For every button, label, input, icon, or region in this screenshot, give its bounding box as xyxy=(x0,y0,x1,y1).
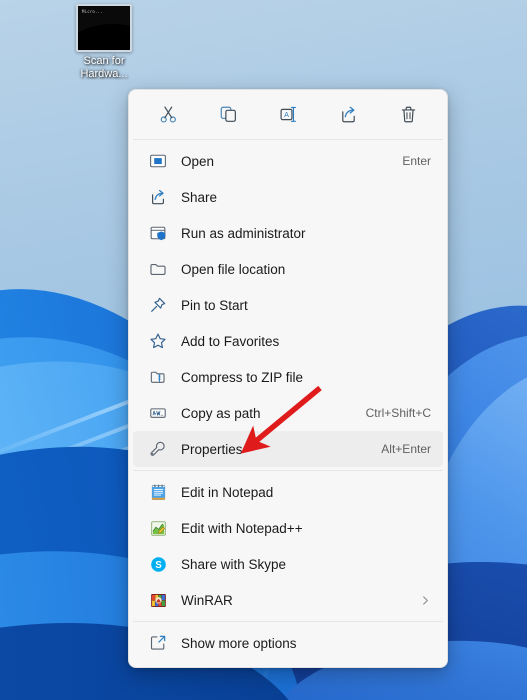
menu-item-pin-to-start[interactable]: Pin to Start xyxy=(133,287,443,323)
menu-item-winrar[interactable]: WinRAR xyxy=(133,582,443,618)
skype-app-icon: S xyxy=(147,554,169,574)
menu-item-accelerator: Alt+Enter xyxy=(381,442,431,456)
copy-icon[interactable] xyxy=(211,99,245,129)
menu-item-label: Open xyxy=(181,153,215,169)
menu-item-label: Share with Skype xyxy=(181,556,287,572)
desktop-shortcut-label: Scan for Hardwa... xyxy=(80,55,128,80)
menu-item-open[interactable]: Open Enter xyxy=(133,143,443,179)
menu-item-label: Copy as path xyxy=(181,405,261,421)
menu-item-run-as-administrator[interactable]: Run as administrator xyxy=(133,215,443,251)
menu-item-label: Share xyxy=(181,189,218,205)
winrar-app-icon xyxy=(147,590,169,610)
menu-separator xyxy=(133,139,443,140)
menu-item-accelerator: Ctrl+Shift+C xyxy=(365,406,431,420)
context-menu-command-bar[interactable]: A xyxy=(129,94,447,138)
chevron-right-icon xyxy=(420,595,431,606)
menu-item-label: Show more options xyxy=(181,635,297,651)
menu-item-compress-to-zip-file[interactable]: Compress to ZIP file xyxy=(133,359,443,395)
menu-item-label: WinRAR xyxy=(181,592,233,608)
zip-folder-icon xyxy=(147,367,169,387)
menu-item-properties[interactable]: Properties Alt+Enter xyxy=(133,431,443,467)
desktop[interactable]: Micro... Scan for Hardwa... A Open Enter… xyxy=(0,0,527,700)
rename-icon[interactable]: A xyxy=(271,99,305,129)
menu-item-label: Run as administrator xyxy=(181,225,306,241)
copy-path-icon xyxy=(147,403,169,423)
wrench-icon xyxy=(147,439,169,459)
menu-group-more: Show more options xyxy=(129,623,447,663)
menu-item-label: Edit in Notepad xyxy=(181,484,274,500)
cut-icon[interactable] xyxy=(151,99,185,129)
console-window-icon: Micro... xyxy=(76,4,132,52)
menu-item-label: Open file location xyxy=(181,261,286,277)
menu-item-show-more-options[interactable]: Show more options xyxy=(133,625,443,661)
menu-item-edit-in-notepad[interactable]: Edit in Notepad xyxy=(133,474,443,510)
star-icon xyxy=(147,331,169,351)
open-window-icon xyxy=(147,151,169,171)
menu-item-open-file-location[interactable]: Open file location xyxy=(133,251,443,287)
shield-window-icon xyxy=(147,223,169,243)
menu-separator xyxy=(133,621,443,622)
console-icon-text: Micro... xyxy=(82,9,103,14)
notepadpp-app-icon xyxy=(147,518,169,538)
svg-text:A: A xyxy=(284,109,289,118)
menu-item-label: Properties xyxy=(181,441,243,457)
context-menu[interactable]: A Open Enter Share Run as administrator … xyxy=(128,89,448,668)
svg-text:S: S xyxy=(155,560,162,571)
folder-icon xyxy=(147,259,169,279)
menu-group-apps: Edit in Notepad Edit with Notepad++ S Sh… xyxy=(129,472,447,620)
menu-item-label: Pin to Start xyxy=(181,297,248,313)
desktop-shortcut-scan-for-hardware[interactable]: Micro... Scan for Hardwa... xyxy=(62,4,146,81)
menu-item-label: Compress to ZIP file xyxy=(181,369,304,385)
notepad-app-icon xyxy=(147,482,169,502)
share-icon xyxy=(147,187,169,207)
pin-icon xyxy=(147,295,169,315)
show-more-options-icon xyxy=(147,633,169,653)
menu-item-edit-with-notepadpp[interactable]: Edit with Notepad++ xyxy=(133,510,443,546)
menu-item-label: Edit with Notepad++ xyxy=(181,520,303,536)
menu-item-label: Add to Favorites xyxy=(181,333,280,349)
menu-separator xyxy=(133,470,443,471)
share-icon[interactable] xyxy=(331,99,365,129)
delete-icon[interactable] xyxy=(391,99,425,129)
menu-item-add-to-favorites[interactable]: Add to Favorites xyxy=(133,323,443,359)
menu-item-share[interactable]: Share xyxy=(133,179,443,215)
menu-group-primary: Open Enter Share Run as administrator Op… xyxy=(129,141,447,469)
menu-item-copy-as-path[interactable]: Copy as path Ctrl+Shift+C xyxy=(133,395,443,431)
menu-item-share-with-skype[interactable]: S Share with Skype xyxy=(133,546,443,582)
menu-item-accelerator: Enter xyxy=(402,154,431,168)
